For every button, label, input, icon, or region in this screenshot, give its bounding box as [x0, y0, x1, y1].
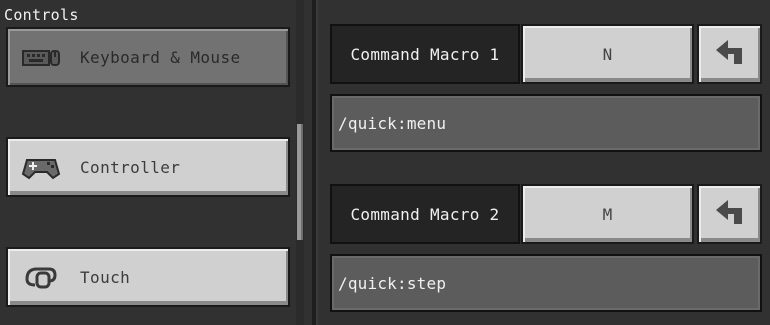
sidebar-item-label: Touch	[80, 267, 131, 287]
macro-2-reset-button[interactable]	[697, 184, 762, 244]
macro-2-key-button[interactable]: M	[521, 184, 694, 244]
sidebar-item-keyboard-mouse[interactable]: Keyboard & Mouse	[6, 27, 290, 87]
sidebar-title: Controls	[4, 6, 79, 24]
touch-icon	[20, 262, 62, 292]
macro-2-command-field[interactable]: /quick:step	[330, 254, 762, 312]
sidebar-item-touch[interactable]: Touch	[6, 247, 290, 307]
keyboard-mouse-icon	[20, 42, 62, 72]
controls-sidebar: Controls Keyboard & Mouse Controller Tou…	[0, 0, 298, 325]
sidebar-item-label: Controller	[80, 157, 181, 177]
sidebar-item-controller[interactable]: Controller	[6, 137, 290, 197]
macro-1-key-button[interactable]: N	[521, 24, 694, 84]
macro-1-reset-button[interactable]	[697, 24, 762, 84]
sidebar-item-label: Keyboard & Mouse	[80, 47, 241, 67]
undo-arrow-icon	[714, 38, 746, 70]
controller-icon	[20, 152, 62, 182]
scrollbar-thumb[interactable]	[297, 124, 303, 240]
undo-arrow-icon	[714, 198, 746, 230]
macro-1-label: Command Macro 1	[330, 24, 520, 84]
macro-1-command-field[interactable]: /quick:menu	[330, 94, 762, 152]
macro-2-label: Command Macro 2	[330, 184, 520, 244]
panel-divider-highlight	[316, 0, 318, 325]
